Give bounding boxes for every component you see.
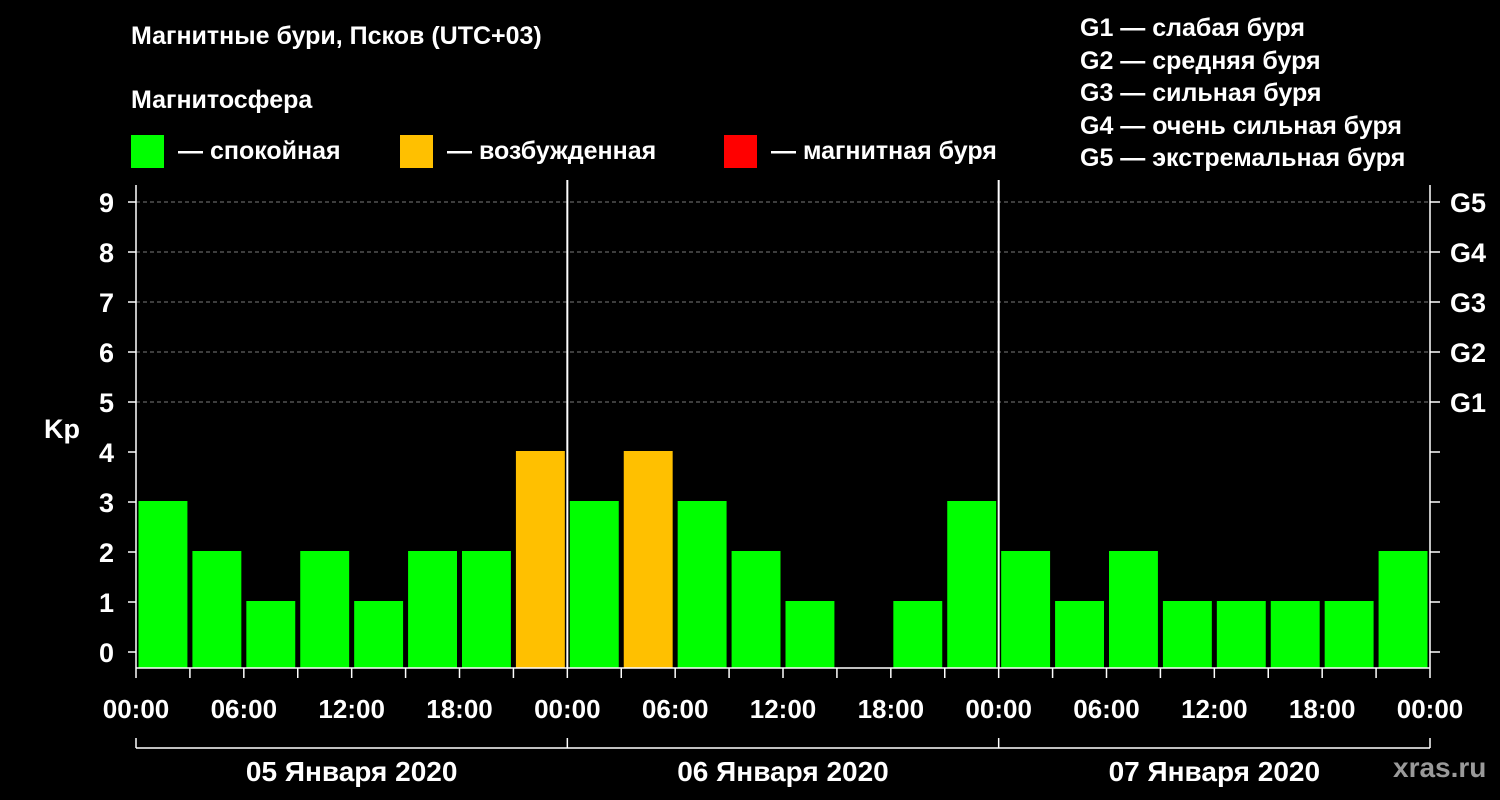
bar-10 (677, 501, 727, 668)
x-tick-label-6: 12:00 (750, 694, 817, 724)
bar-3 (300, 551, 350, 668)
x-tick-label-1: 06:00 (211, 694, 278, 724)
y-tick-label-1: 1 (99, 588, 114, 618)
bar-0 (138, 501, 188, 668)
day-label-1: 06 Января 2020 (677, 756, 889, 787)
bar-23 (1378, 551, 1428, 668)
x-tick-label-10: 12:00 (1181, 694, 1248, 724)
x-tick-label-12: 00:00 (1397, 694, 1464, 724)
bar-4 (354, 601, 404, 668)
y-tick-label-5: 5 (99, 388, 114, 418)
y-tick-label-2: 2 (99, 538, 114, 568)
x-tick-label-2: 12:00 (318, 694, 385, 724)
y-axis-label: Kp (44, 414, 80, 444)
bar-2 (246, 601, 296, 668)
x-tick-label-0: 00:00 (103, 694, 170, 724)
right-tick-label-G1: G1 (1450, 388, 1486, 418)
y-tick-label-3: 3 (99, 488, 114, 518)
bar-7 (515, 451, 565, 668)
y-tick-label-7: 7 (99, 288, 114, 318)
y-tick-label-4: 4 (99, 438, 114, 468)
x-tick-label-8: 00:00 (965, 694, 1032, 724)
bar-1 (192, 551, 242, 668)
bar-11 (731, 551, 781, 668)
x-tick-label-5: 06:00 (642, 694, 709, 724)
bars (138, 451, 1428, 668)
day-label-2: 07 Января 2020 (1109, 756, 1321, 787)
x-tick-label-4: 00:00 (534, 694, 601, 724)
bar-16 (1001, 551, 1051, 668)
bar-5 (408, 551, 457, 668)
bar-17 (1055, 601, 1104, 668)
bar-9 (623, 451, 673, 668)
y-axis: 0 1 2 3 4 5 6 7 8 9 (99, 188, 136, 668)
right-tick-label-G4: G4 (1450, 238, 1486, 268)
bar-18 (1109, 551, 1158, 668)
right-axis: G1 G2 G3 G4 G5 (1430, 188, 1486, 653)
right-tick-label-G3: G3 (1450, 288, 1486, 318)
watermark: xras.ru (1393, 752, 1487, 783)
y-tick-label-8: 8 (99, 238, 114, 268)
y-tick-label-6: 6 (99, 338, 114, 368)
day-label-0: 05 Января 2020 (246, 756, 458, 787)
x-tick-label-9: 06:00 (1073, 694, 1140, 724)
bar-12 (785, 601, 835, 668)
x-tick-label-11: 18:00 (1289, 694, 1356, 724)
bar-6 (462, 551, 511, 668)
bar-20 (1216, 601, 1266, 668)
bar-22 (1324, 601, 1374, 668)
x-tick-label-7: 18:00 (858, 694, 925, 724)
y-tick-label-9: 9 (99, 188, 114, 218)
x-tick-label-3: 18:00 (426, 694, 493, 724)
kp-bar-chart: 0 1 2 3 4 5 6 7 8 9 G1 G2 G3 G4 G5 00:00 06:00 12:00 18:… (44, 180, 1486, 787)
right-tick-label-G2: G2 (1450, 338, 1486, 368)
x-axis: 00:00 06:00 12:00 18:00 00:00 06:00 12:00 18:00… (103, 668, 1464, 787)
grid-lines (136, 201, 1430, 403)
bar-8 (569, 501, 619, 668)
bar-19 (1162, 601, 1212, 668)
bar-15 (947, 501, 997, 668)
bar-21 (1270, 601, 1320, 668)
right-tick-label-G5: G5 (1450, 188, 1486, 218)
y-tick-label-0: 0 (99, 638, 114, 668)
bar-14 (893, 601, 943, 668)
